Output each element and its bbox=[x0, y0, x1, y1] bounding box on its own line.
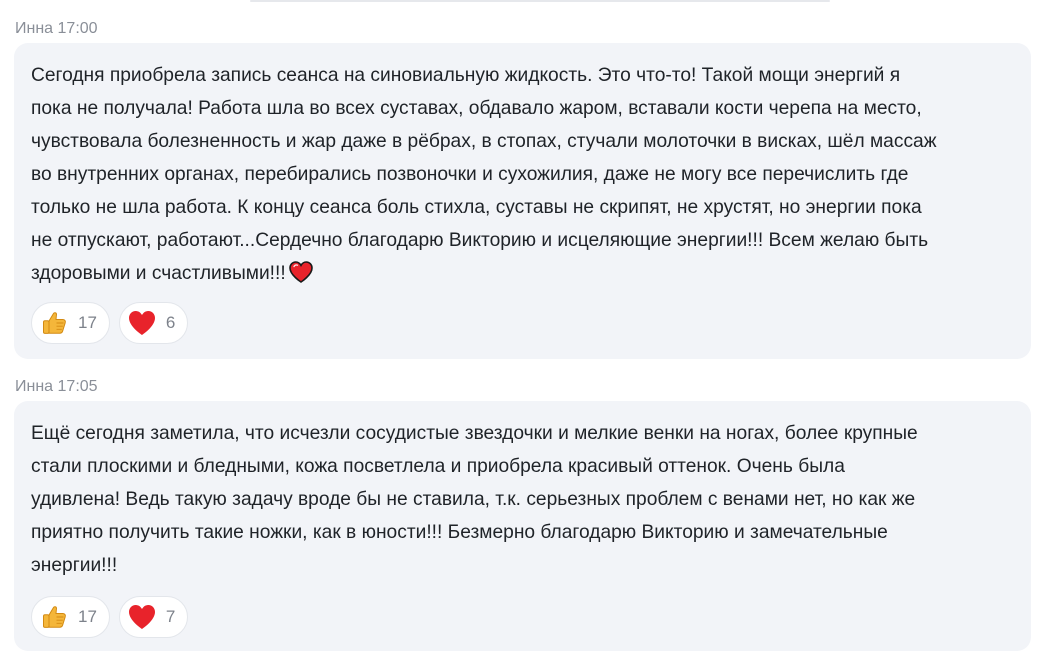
message-bubble: Сегодня приобрела запись сеанса на синов… bbox=[14, 43, 1031, 359]
message-text-line: Сегодня приобрела запись сеанса на синов… bbox=[31, 65, 901, 86]
message-text-line: стали плоскими и бледными, кожа посветле… bbox=[31, 456, 845, 477]
reaction-heart-button[interactable]: 7 bbox=[118, 596, 189, 638]
message-text: Сегодня приобрела запись сеанса на синов… bbox=[31, 59, 1015, 290]
message-text-line: энергии!!! bbox=[31, 555, 118, 576]
red-heart-icon bbox=[126, 308, 158, 338]
red-heart-icon bbox=[126, 602, 158, 632]
reaction-count: 6 bbox=[165, 313, 176, 332]
message-author[interactable]: Инна bbox=[15, 378, 53, 395]
reaction-thumbs-up-button[interactable]: 17 bbox=[31, 596, 110, 638]
top-divider bbox=[250, 0, 830, 2]
thumbs-up-icon bbox=[38, 602, 70, 632]
reaction-count: 7 bbox=[165, 607, 176, 626]
message-text-line: пока не получала! Работа шла во всех сус… bbox=[31, 98, 922, 119]
message-time: 17:00 bbox=[57, 20, 98, 37]
message-author[interactable]: Инна bbox=[15, 20, 53, 37]
message-text-line: чувствовала болезненность и жар даже в р… bbox=[31, 131, 937, 152]
reaction-thumbs-up-button[interactable]: 17 bbox=[31, 302, 110, 344]
message-text-line: только не шла работа. К концу сеанса бол… bbox=[31, 197, 922, 218]
message-text-line: Ещё сегодня заметила, что исчезли сосуди… bbox=[31, 423, 918, 444]
message-bubble: Ещё сегодня заметила, что исчезли сосуди… bbox=[14, 401, 1031, 651]
message-text: Ещё сегодня заметила, что исчезли сосуди… bbox=[31, 417, 1015, 582]
thumbs-up-icon bbox=[38, 308, 70, 338]
reactions-bar: 17 6 bbox=[31, 302, 1015, 344]
reaction-heart-button[interactable]: 6 bbox=[118, 302, 189, 344]
reaction-count: 17 bbox=[78, 313, 97, 332]
chat-message: Инна 17:05 Ещё сегодня заметила, что исч… bbox=[14, 376, 1031, 651]
message-text-line: удивлена! Ведь такую задачу вроде бы не … bbox=[31, 489, 916, 510]
chat-message: Инна 17:00 Сегодня приобрела запись сеан… bbox=[14, 18, 1031, 359]
message-text-line-last: здоровыми и счастливыми!!! bbox=[31, 257, 1015, 290]
message-time: 17:05 bbox=[57, 378, 98, 395]
reactions-bar: 17 7 bbox=[31, 596, 1015, 638]
reaction-count: 17 bbox=[78, 607, 97, 626]
message-meta: Инна 17:00 bbox=[14, 18, 1031, 40]
message-text-line: во внутренних органах, перебирались позв… bbox=[31, 164, 909, 185]
heart-emoji-icon bbox=[288, 261, 313, 283]
message-meta: Инна 17:05 bbox=[14, 376, 1031, 398]
message-text-line: здоровыми и счастливыми!!! bbox=[31, 263, 286, 284]
message-text-line: приятно получить такие ножки, как в юнос… bbox=[31, 522, 888, 543]
message-text-line: не отпускают, работают...Сердечно благод… bbox=[31, 230, 929, 251]
